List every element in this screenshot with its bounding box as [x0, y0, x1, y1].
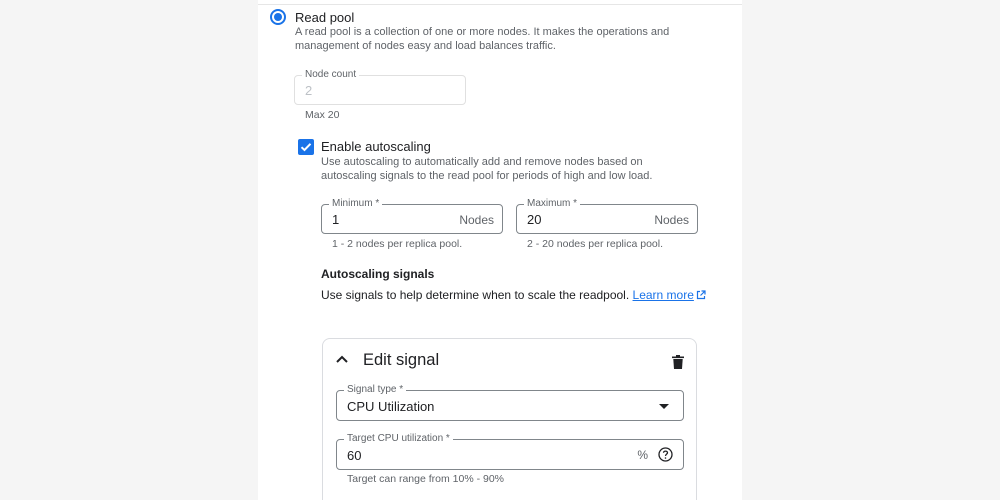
enable-autoscaling-label[interactable]: Enable autoscaling [321, 139, 431, 154]
chevron-up-icon[interactable] [335, 354, 349, 364]
target-cpu-input[interactable]: Target CPU utilization * 60 % [336, 433, 684, 470]
enable-autoscaling-checkbox[interactable] [298, 139, 314, 155]
minimum-nodes-input[interactable]: Minimum * 1 Nodes [321, 198, 503, 234]
autoscaling-description: Use autoscaling to automatically add and… [321, 156, 653, 182]
maximum-hint: 2 - 20 nodes per replica pool. [527, 238, 664, 250]
autoscaling-signals-description: Use signals to help determine when to sc… [321, 288, 706, 302]
target-cpu-value[interactable]: 60 [347, 448, 361, 463]
read-pool-label[interactable]: Read pool [295, 10, 354, 25]
dropdown-arrow-icon[interactable] [659, 404, 669, 409]
edit-signal-card: Edit signal Signal type * CPU Utilizatio… [322, 338, 697, 500]
autoscaling-signals-title: Autoscaling signals [321, 267, 435, 281]
edit-signal-title: Edit signal [363, 351, 440, 369]
external-link-icon[interactable] [696, 290, 706, 300]
signal-type-select[interactable]: Signal type * CPU Utilization [336, 384, 684, 421]
read-pool-description: A read pool is a collection of one or mo… [295, 26, 670, 52]
target-cpu-hint: Target can range from 10% - 90% [347, 473, 504, 485]
checkbox-checked-icon [300, 143, 312, 152]
node-count-hint: Max 20 [305, 109, 340, 121]
divider [258, 4, 742, 5]
trash-icon[interactable] [672, 355, 684, 369]
help-icon[interactable] [658, 447, 673, 462]
signal-type-value[interactable]: CPU Utilization [347, 399, 434, 414]
maximum-nodes-input[interactable]: Maximum * 20 Nodes [516, 198, 698, 234]
minimum-label: Minimum * [329, 198, 383, 210]
target-cpu-label: Target CPU utilization * [344, 433, 453, 445]
signals-description-text: Use signals to help determine when to sc… [321, 288, 630, 302]
percent-suffix: % [637, 448, 648, 462]
maximum-suffix: Nodes [654, 213, 689, 227]
minimum-hint: 1 - 2 nodes per replica pool. [332, 238, 463, 250]
maximum-label: Maximum * [524, 198, 581, 210]
signal-type-label: Signal type * [344, 384, 407, 396]
node-count-field: Node count 2 [294, 69, 466, 105]
minimum-value[interactable]: 1 [332, 212, 339, 227]
maximum-value[interactable]: 20 [527, 212, 541, 227]
learn-more-link[interactable]: Learn more [633, 288, 694, 302]
node-count-value: 2 [305, 83, 313, 98]
read-pool-panel: Read pool A read pool is a collection of… [258, 0, 742, 500]
node-count-label: Node count [302, 69, 360, 81]
minimum-suffix: Nodes [459, 213, 494, 227]
read-pool-radio[interactable] [270, 9, 286, 25]
